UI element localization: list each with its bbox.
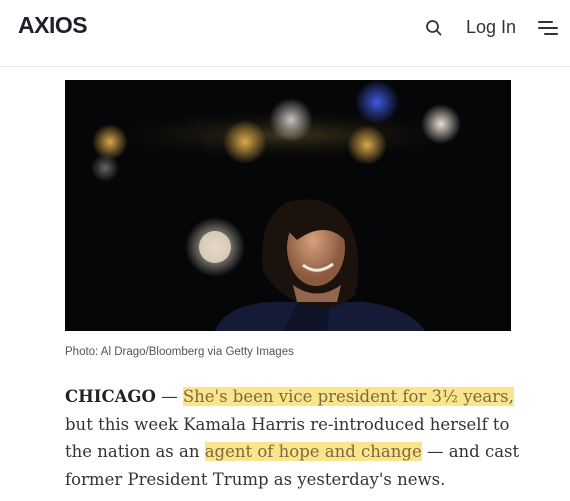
dateline: CHICAGO: [65, 387, 156, 406]
login-link[interactable]: Log In: [466, 17, 516, 38]
hero-photo: [65, 80, 511, 331]
line-3-post: — and cast: [421, 442, 520, 461]
site-header: AXIOS Log In: [0, 0, 570, 67]
axios-logo[interactable]: AXIOS: [18, 12, 88, 39]
article-paragraph: CHICAGO — She's been vice president for …: [65, 383, 535, 493]
article-line-2: but this week Kamala Harris re-introduce…: [65, 414, 510, 434]
menu-button[interactable]: [538, 19, 558, 37]
menu-icon: [538, 21, 558, 35]
article-line-1: CHICAGO — She's been vice president for …: [65, 383, 535, 411]
article-line-3: the nation as an agent of hope and chang…: [65, 438, 535, 466]
article-body: CHICAGO — She's been vice president for …: [65, 383, 535, 493]
photo-caption: Photo: Al Drago/Bloomberg via Getty Imag…: [65, 346, 294, 358]
search-button[interactable]: [424, 18, 444, 38]
highlight-quote-2[interactable]: agent of hope and change: [204, 442, 422, 461]
search-icon: [426, 20, 442, 36]
dateline-dash: —: [155, 387, 183, 406]
article-line-4: former President Trump as yesterday's ne…: [65, 469, 446, 489]
highlight-quote-1[interactable]: She's been vice president for 3½ years,: [182, 387, 514, 406]
line-3-pre: the nation as an: [65, 442, 205, 461]
